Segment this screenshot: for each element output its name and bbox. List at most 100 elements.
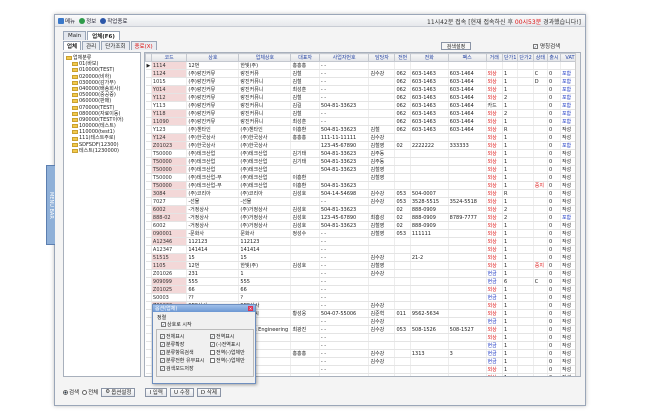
radio-dot[interactable] [82,389,88,395]
search-settings-button[interactable]: 검색설정 [441,42,471,50]
table-row[interactable]: Y014 (주)랑진커뮤 랑진커뮤니 최성훈 - - 062 603-1463 603-146… [145,85,580,94]
vertical-scrollbar[interactable] [575,53,580,376]
column-header[interactable]: 전화 [409,53,449,62]
exit-button[interactable]: 작업종료 [100,17,128,25]
dialog-option[interactable]: ✓ 검색모드저장 [160,365,194,372]
table-row[interactable]: 11090 (주)랑진커뮤 랑진커뮤니 최성훈 - - 062 603-1463 603-14… [145,117,580,126]
table-row[interactable]: T50000 (주)테크산업 (주)테크산업 504-81-33623 김철영 외상 1 0 작… [145,165,580,174]
dialog-option[interactable]: 전역(-)업체만 [210,349,245,356]
tree-item[interactable]: 테스트(1230000) [66,148,138,154]
column-header[interactable]: 거래 [485,53,504,62]
tab-price[interactable]: 단가조회 [101,41,130,50]
table-row[interactable]: 1105 12번 한빛(주) 김성호 - - 김철영 외상 1 중지 0 작성 [145,261,580,270]
dialog-option[interactable]: ✓ (-)전역표시 [210,341,240,348]
column-header[interactable]: 업체상호 [238,53,292,62]
table-row[interactable]: Z01026 231 1- - 김수강 현금 1 0 작성 [145,269,580,278]
table-cell [290,165,320,174]
table-row[interactable]: ▶ 1114 12번 한빛(주) 홍홍홍 - - [145,61,580,70]
table-row[interactable]: Z01025 66 66- - 외상 1 0 작성 [145,285,580,294]
app-window: 메뉴 정보 작업종료 11시42분 접속 [현재 접속하신 후 00시53분 경… [46,14,586,406]
table-row[interactable]: Y113 (주)랑진커뮤 랑진커뮤니 김길 504-81-33623 062 603-146… [145,101,580,110]
start-with-name-option[interactable]: ✓ 상호로 시작 [161,321,192,328]
table-row[interactable]: Y118 (주)랑진커뮤 랑진커뮤니 김철 - - 062 603-1463 603-1464… [145,109,580,118]
table-cell: 0 [547,141,561,150]
table-row[interactable]: Y112 (주)랑진커뮤 랑진커뮤니 김철 - - 062 603-1463 603-1464… [145,93,580,102]
input-button[interactable]: I 입력 [145,387,167,397]
table-row[interactable]: A12347 141414 141414- - 외상 1 0 작성 [145,245,580,254]
tab-manage[interactable]: 관리 [82,41,101,50]
table-row[interactable]: 909099 555 555- - 현금 6 C 0 작성 [145,277,580,286]
table-row[interactable]: 7027 -선물 -선물 - - 김수강 053 3528-5515 3524-5518 외상 1… [145,197,580,206]
checkbox-box[interactable] [210,350,215,355]
dialog-option[interactable]: ✓ 분류전환 유무표시 [160,357,204,364]
column-header[interactable]: 단가1 [502,53,519,62]
radio-search[interactable]: 검색 [63,388,79,396]
column-header[interactable]: 상태 [532,53,548,62]
checkbox-box[interactable]: ✓ [160,342,165,347]
info-button[interactable]: 정보 [79,17,96,25]
checkbox-box[interactable]: ✓ [160,350,165,355]
table-row[interactable]: 51515 15 15- - 김수강 21-2 외상 1 0 작성 [145,253,580,262]
table-row[interactable]: T50000 (주)테크산업-부 (주)테크산업 이흥환 김철영 외상 1 0 작성 [145,173,580,182]
table-row[interactable]: Y123 (주)첸타인 (주)첸타인 이흥환 504-81-33623 김철 062 603-… [145,125,580,134]
checkbox-box[interactable] [210,358,215,363]
column-header[interactable]: 담당자 [368,53,396,62]
option-button[interactable]: ⚙ 옵션설정 [101,387,136,397]
edit-button[interactable]: U 수정 [169,387,194,397]
table-cell: 이흥환 [290,173,320,182]
table-row[interactable]: T50000 (주)테크산업 (주)테크산업 김기태 504-81-33623 김주동 외상… [145,149,580,158]
checkbox-box[interactable]: ✓ [210,334,215,339]
table-row[interactable]: S0003??? - - 현금 1 0 작성 [145,293,580,302]
radio-all[interactable]: 전체 [82,388,98,396]
table-row[interactable]: 090001 -문화사 문화사 정성수 - - 김철영 053 111111 외상 1 0 작성 [145,229,580,238]
dialog-titlebar[interactable]: 옵션(업체) × [153,305,255,312]
tab-main[interactable]: Main [63,31,87,40]
column-header[interactable]: 대표자 [290,53,320,62]
table-cell: - - [319,333,370,342]
radio-dot[interactable] [63,389,68,395]
dialog-option[interactable]: ✓ 분류확장 [160,341,184,348]
table-cell: 0 [547,229,561,238]
checkbox-box[interactable]: ✓ [160,334,165,339]
table-row[interactable]: Z01023 (주)한국상사 (주)한국상사 123-45-67890 김철영 02 222… [145,141,580,150]
column-header[interactable]: 전번 [394,53,411,62]
column-header[interactable]: 단가2 [517,53,534,62]
tab-close[interactable]: 종료(X) [130,41,157,50]
tab-company-list[interactable]: 업체 [63,41,82,50]
table-cell: (주)테크산업 [186,157,240,166]
column-header[interactable]: 상호 [186,53,240,62]
checkbox-box[interactable]: ✓ [210,342,215,347]
table-row[interactable]: 6002 -거정상사 (주)거정상사 김성호 504-81-33623 02 888-090… [145,205,580,214]
checkbox-box[interactable]: ✓ [160,358,165,363]
dialog-option[interactable]: ✓ 전역표시 [210,333,234,340]
close-icon[interactable]: × [248,306,253,311]
checkbox-box[interactable]: ✓ [161,322,166,327]
checkbox-box[interactable]: ✓ [533,43,538,49]
table-row[interactable]: 3084 (주)코리아 (주)코리아 김성호 504-14-54698 김수강 053 504… [145,189,580,198]
tab-company[interactable]: 업체(F6) [87,31,120,40]
table-row[interactable]: 1015 (주)랑진커뮤 랑진커뮤니 김철 - - 062 603-1463 603-1464… [145,77,580,86]
column-header[interactable]: 사업자번호 [318,53,370,62]
dialog-option[interactable]: 전역(-)업체만 [210,357,245,364]
dialog-option[interactable]: ✓ 전체표시 [160,333,184,340]
table-row[interactable]: 6002 -거정상사 (주)거정상사 김성호 504-81-33623 김철영 02 888-… [145,221,580,230]
checkbox-box[interactable]: ✓ [160,366,165,371]
name-search-checkbox[interactable]: ✓ 명칭검색 [533,42,560,50]
option-dialog[interactable]: 옵션(업체) × 정렬 ✓ 상호로 시작 ✓ 전체표시 ✓ 전역표시 ✓ 분류확장 ✓ (-)전역… [152,304,256,384]
table-row[interactable]: 888-02 -거정상사 (주)거정상사 김성호 123-45-67890 최흥성 02 88… [145,213,580,222]
table-cell: 김철영 [368,173,396,182]
table-row[interactable]: Y124 (주)한국상사 (주)한국상사 홍홍홍 111-11-11111 김수강 외상 1 0… [145,133,580,142]
delete-button[interactable]: D 삭제 [196,387,221,397]
dialog-option[interactable]: ✓ 분류항목검색 [160,349,194,356]
column-header[interactable]: 팩스 [447,53,487,62]
table-row[interactable]: 1124 (주)랑진커뮤 랑진커뮤 김철 - - 김수강 062 603-1463 603-14… [145,69,580,78]
category-tree[interactable]: 업체분류 01(바보) 010000(TEST) 020000(비하) 030000(… [63,52,141,377]
menu-button[interactable]: 메뉴 [58,17,75,25]
menu-bar-side-tab[interactable]: MENU BAR [46,165,55,245]
column-header[interactable]: 출시 [546,53,561,62]
table-row[interactable]: T50000 (주)테크산업-부 (주)테크산업 이흥환 504-81-33623 외상 1… [145,181,580,190]
column-header[interactable]: 코드 [150,53,188,62]
table-cell: (주)랑진커뮤 [186,77,240,86]
table-row[interactable]: A12346 112123 112123- - 외상 1 0 작성 [145,237,580,246]
table-row[interactable]: T50000 (주)테크산업 (주)테크산업 김기태 504-81-33623 김주동 외상… [145,157,580,166]
